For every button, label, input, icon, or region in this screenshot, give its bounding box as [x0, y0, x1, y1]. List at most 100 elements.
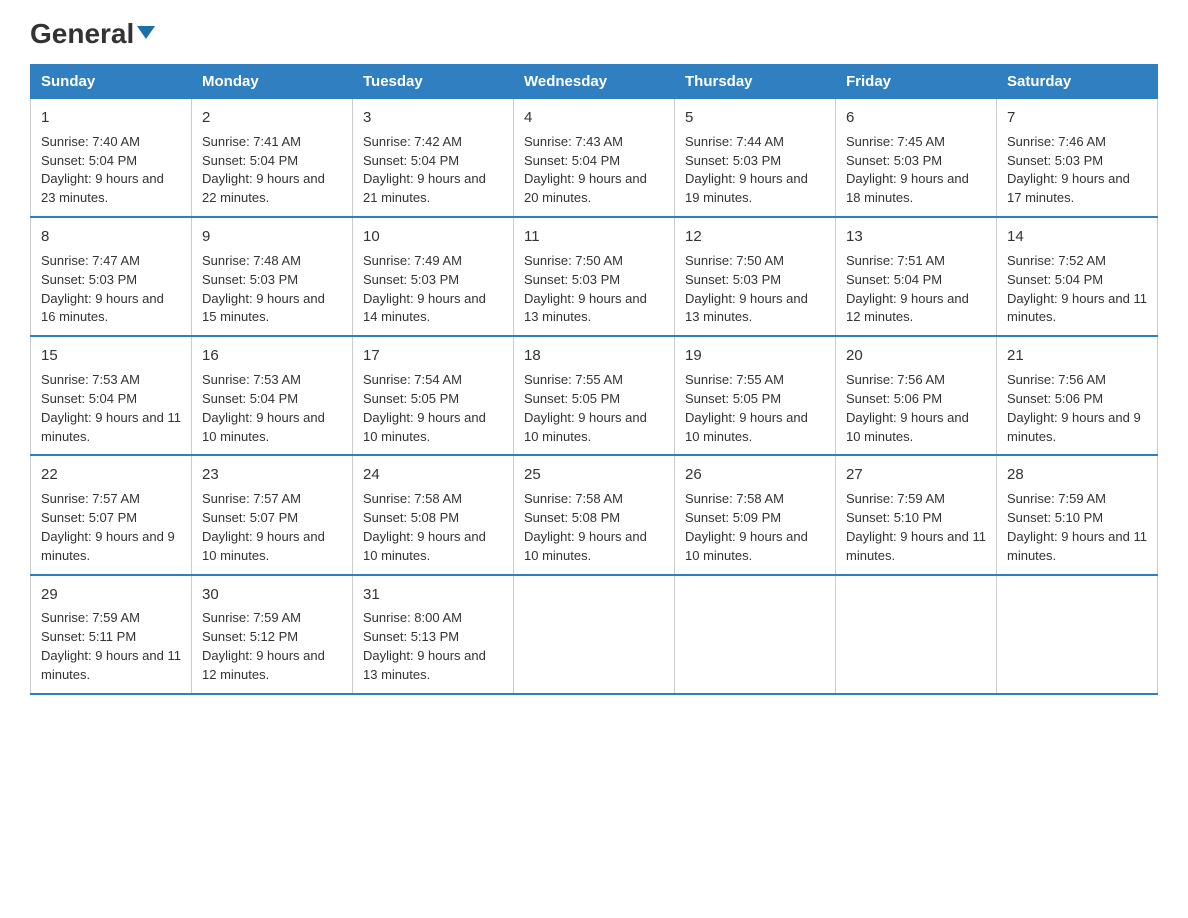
day-number: 12 — [685, 226, 825, 248]
daylight-text: Daylight: 9 hours and 21 minutes. — [363, 170, 503, 208]
day-number: 23 — [202, 464, 342, 486]
sunset-text: Sunset: 5:05 PM — [363, 390, 503, 409]
daylight-text: Daylight: 9 hours and 13 minutes. — [685, 290, 825, 328]
day-number: 8 — [41, 226, 181, 248]
day-number: 6 — [846, 107, 986, 129]
sunrise-text: Sunrise: 7:53 AM — [41, 371, 181, 390]
sunrise-text: Sunrise: 7:59 AM — [41, 609, 181, 628]
calendar-cell — [836, 575, 997, 694]
calendar-week-row: 8Sunrise: 7:47 AMSunset: 5:03 PMDaylight… — [31, 217, 1158, 336]
day-number: 7 — [1007, 107, 1147, 129]
sunrise-text: Sunrise: 7:53 AM — [202, 371, 342, 390]
sunset-text: Sunset: 5:12 PM — [202, 628, 342, 647]
sunrise-text: Sunrise: 7:52 AM — [1007, 252, 1147, 271]
col-header-sunday: Sunday — [31, 65, 192, 99]
calendar-cell: 4Sunrise: 7:43 AMSunset: 5:04 PMDaylight… — [514, 99, 675, 218]
sunset-text: Sunset: 5:09 PM — [685, 509, 825, 528]
calendar-table: SundayMondayTuesdayWednesdayThursdayFrid… — [30, 64, 1158, 695]
sunrise-text: Sunrise: 7:59 AM — [202, 609, 342, 628]
sunrise-text: Sunrise: 7:58 AM — [685, 490, 825, 509]
calendar-cell: 1Sunrise: 7:40 AMSunset: 5:04 PMDaylight… — [31, 99, 192, 218]
sunset-text: Sunset: 5:03 PM — [685, 271, 825, 290]
calendar-cell: 6Sunrise: 7:45 AMSunset: 5:03 PMDaylight… — [836, 99, 997, 218]
day-number: 10 — [363, 226, 503, 248]
sunrise-text: Sunrise: 7:43 AM — [524, 133, 664, 152]
daylight-text: Daylight: 9 hours and 10 minutes. — [524, 409, 664, 447]
day-number: 9 — [202, 226, 342, 248]
calendar-cell: 18Sunrise: 7:55 AMSunset: 5:05 PMDayligh… — [514, 336, 675, 455]
calendar-week-row: 29Sunrise: 7:59 AMSunset: 5:11 PMDayligh… — [31, 575, 1158, 694]
daylight-text: Daylight: 9 hours and 9 minutes. — [41, 528, 181, 566]
calendar-cell: 19Sunrise: 7:55 AMSunset: 5:05 PMDayligh… — [675, 336, 836, 455]
day-number: 17 — [363, 345, 503, 367]
sunset-text: Sunset: 5:04 PM — [1007, 271, 1147, 290]
calendar-cell: 5Sunrise: 7:44 AMSunset: 5:03 PMDaylight… — [675, 99, 836, 218]
daylight-text: Daylight: 9 hours and 10 minutes. — [685, 528, 825, 566]
daylight-text: Daylight: 9 hours and 16 minutes. — [41, 290, 181, 328]
col-header-thursday: Thursday — [675, 65, 836, 99]
sunset-text: Sunset: 5:03 PM — [363, 271, 503, 290]
calendar-cell — [675, 575, 836, 694]
sunrise-text: Sunrise: 7:41 AM — [202, 133, 342, 152]
sunrise-text: Sunrise: 7:58 AM — [363, 490, 503, 509]
calendar-cell: 14Sunrise: 7:52 AMSunset: 5:04 PMDayligh… — [997, 217, 1158, 336]
sunset-text: Sunset: 5:10 PM — [846, 509, 986, 528]
calendar-cell: 16Sunrise: 7:53 AMSunset: 5:04 PMDayligh… — [192, 336, 353, 455]
day-number: 4 — [524, 107, 664, 129]
day-number: 30 — [202, 584, 342, 606]
daylight-text: Daylight: 9 hours and 11 minutes. — [846, 528, 986, 566]
col-header-friday: Friday — [836, 65, 997, 99]
day-number: 28 — [1007, 464, 1147, 486]
calendar-cell: 23Sunrise: 7:57 AMSunset: 5:07 PMDayligh… — [192, 455, 353, 574]
logo: General — [30, 20, 155, 44]
daylight-text: Daylight: 9 hours and 10 minutes. — [363, 528, 503, 566]
sunrise-text: Sunrise: 7:56 AM — [1007, 371, 1147, 390]
calendar-header-row: SundayMondayTuesdayWednesdayThursdayFrid… — [31, 65, 1158, 99]
day-number: 1 — [41, 107, 181, 129]
calendar-cell: 25Sunrise: 7:58 AMSunset: 5:08 PMDayligh… — [514, 455, 675, 574]
sunrise-text: Sunrise: 7:47 AM — [41, 252, 181, 271]
daylight-text: Daylight: 9 hours and 11 minutes. — [41, 409, 181, 447]
sunset-text: Sunset: 5:03 PM — [685, 152, 825, 171]
daylight-text: Daylight: 9 hours and 23 minutes. — [41, 170, 181, 208]
sunset-text: Sunset: 5:03 PM — [524, 271, 664, 290]
calendar-cell: 26Sunrise: 7:58 AMSunset: 5:09 PMDayligh… — [675, 455, 836, 574]
day-number: 20 — [846, 345, 986, 367]
sunset-text: Sunset: 5:04 PM — [846, 271, 986, 290]
calendar-cell: 13Sunrise: 7:51 AMSunset: 5:04 PMDayligh… — [836, 217, 997, 336]
daylight-text: Daylight: 9 hours and 22 minutes. — [202, 170, 342, 208]
sunset-text: Sunset: 5:06 PM — [846, 390, 986, 409]
sunset-text: Sunset: 5:03 PM — [1007, 152, 1147, 171]
day-number: 11 — [524, 226, 664, 248]
daylight-text: Daylight: 9 hours and 15 minutes. — [202, 290, 342, 328]
daylight-text: Daylight: 9 hours and 14 minutes. — [363, 290, 503, 328]
day-number: 3 — [363, 107, 503, 129]
col-header-saturday: Saturday — [997, 65, 1158, 99]
day-number: 15 — [41, 345, 181, 367]
calendar-week-row: 1Sunrise: 7:40 AMSunset: 5:04 PMDaylight… — [31, 99, 1158, 218]
sunrise-text: Sunrise: 7:51 AM — [846, 252, 986, 271]
calendar-cell: 2Sunrise: 7:41 AMSunset: 5:04 PMDaylight… — [192, 99, 353, 218]
day-number: 5 — [685, 107, 825, 129]
day-number: 19 — [685, 345, 825, 367]
col-header-monday: Monday — [192, 65, 353, 99]
daylight-text: Daylight: 9 hours and 10 minutes. — [846, 409, 986, 447]
calendar-cell: 12Sunrise: 7:50 AMSunset: 5:03 PMDayligh… — [675, 217, 836, 336]
day-number: 21 — [1007, 345, 1147, 367]
calendar-cell: 11Sunrise: 7:50 AMSunset: 5:03 PMDayligh… — [514, 217, 675, 336]
daylight-text: Daylight: 9 hours and 10 minutes. — [524, 528, 664, 566]
daylight-text: Daylight: 9 hours and 10 minutes. — [685, 409, 825, 447]
calendar-cell: 10 Sunrise: 7:49 AMSunset: 5:03 PMDayligh… — [353, 217, 514, 336]
day-number: 27 — [846, 464, 986, 486]
sunrise-text: Sunrise: 7:44 AM — [685, 133, 825, 152]
sunrise-text: Sunrise: 8:00 AM — [363, 609, 503, 628]
sunset-text: Sunset: 5:05 PM — [685, 390, 825, 409]
calendar-cell: 3Sunrise: 7:42 AMSunset: 5:04 PMDaylight… — [353, 99, 514, 218]
daylight-text: Daylight: 9 hours and 11 minutes. — [41, 647, 181, 685]
day-number: 25 — [524, 464, 664, 486]
col-header-wednesday: Wednesday — [514, 65, 675, 99]
sunrise-text: Sunrise: 7:42 AM — [363, 133, 503, 152]
sunrise-text: Sunrise: 7:49 AM — [363, 252, 503, 271]
sunset-text: Sunset: 5:03 PM — [41, 271, 181, 290]
daylight-text: Daylight: 9 hours and 13 minutes. — [363, 647, 503, 685]
